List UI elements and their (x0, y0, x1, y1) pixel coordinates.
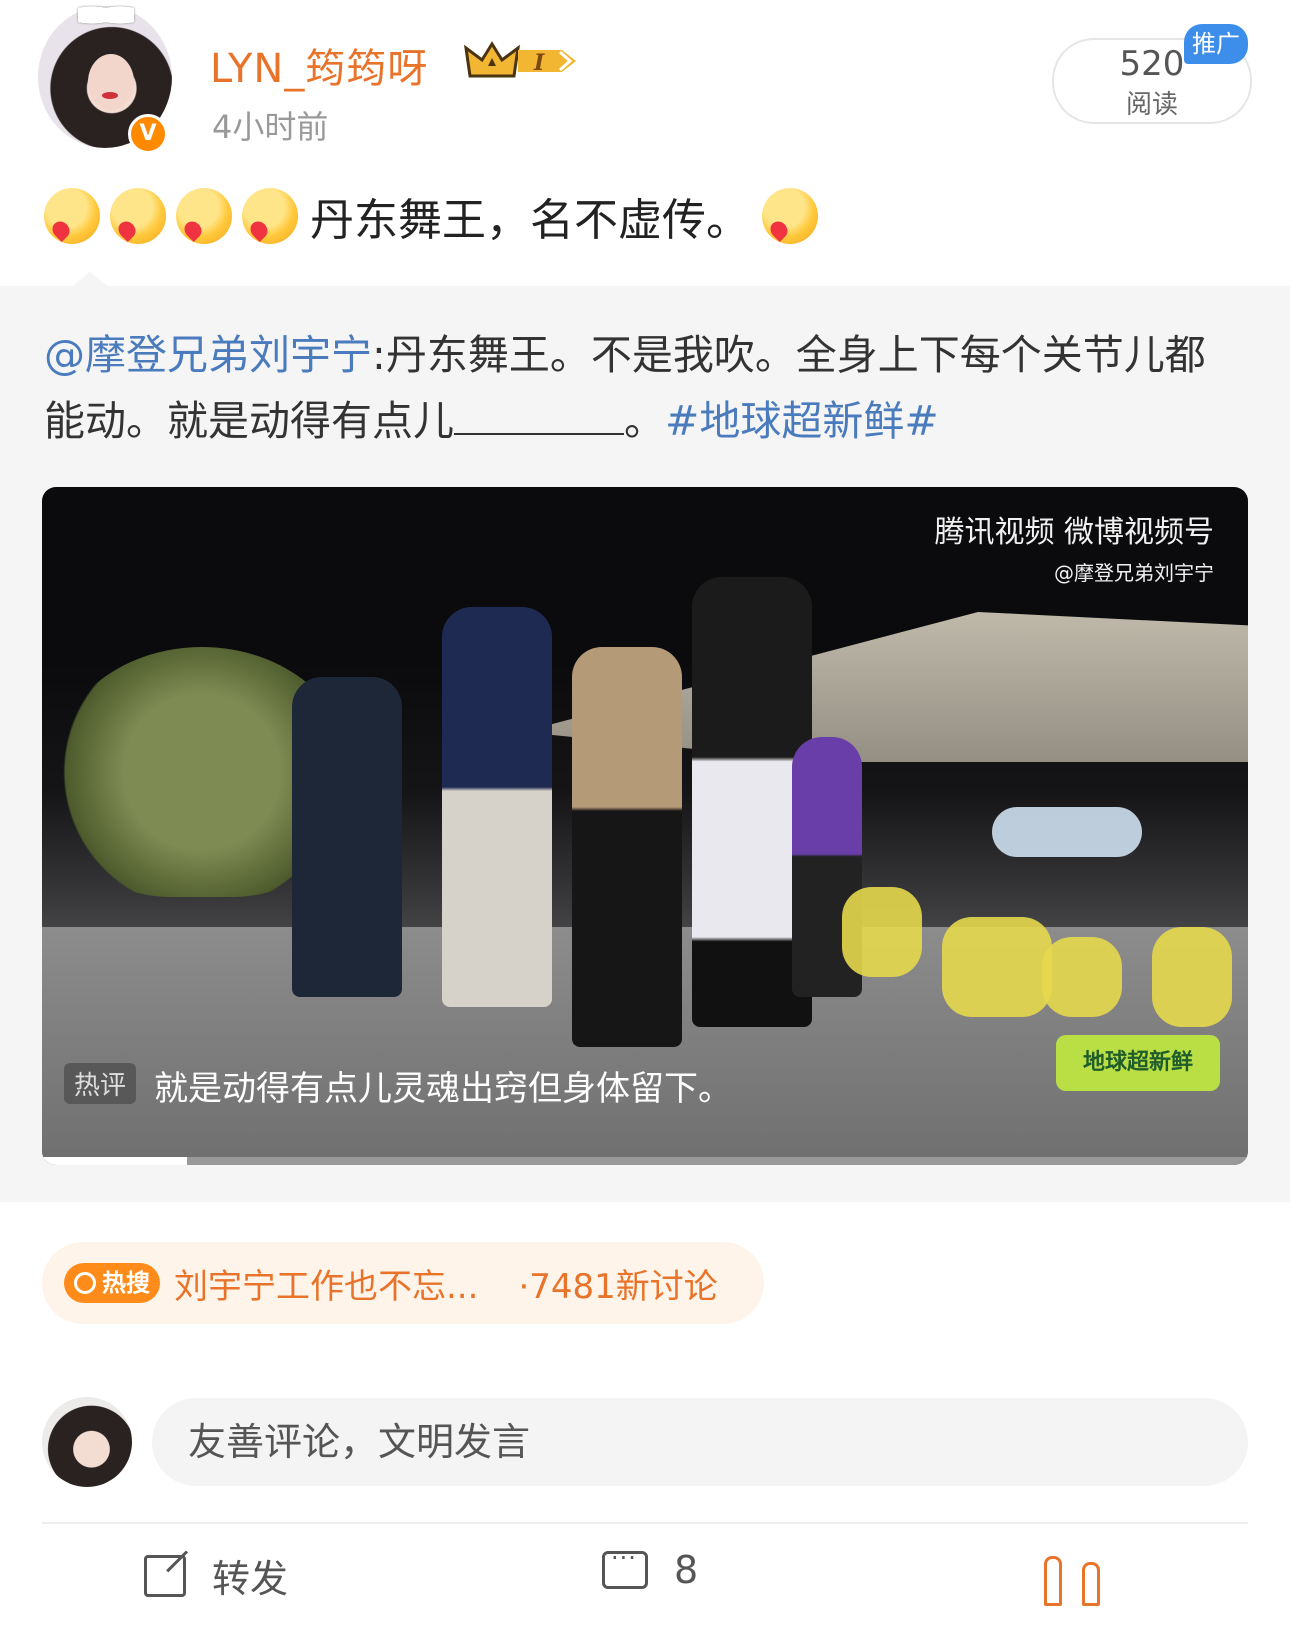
heart-eyes-emoji-icon (176, 188, 232, 244)
retweet-text-part2: 。 (624, 397, 665, 445)
hot-search-tag: 热搜 (64, 1263, 160, 1303)
video-source-logo: 腾讯视频 微博视频号 @摩登兄弟刘宇宁 (934, 507, 1214, 586)
forward-label: 转发 (212, 1557, 289, 1601)
heart-eyes-emoji-icon (110, 188, 166, 244)
like-icon[interactable] (1038, 1546, 1118, 1606)
user-avatar[interactable] (42, 1397, 132, 1487)
promo-tag[interactable]: 推广 (1184, 24, 1248, 64)
video-progress-fill (42, 1157, 187, 1165)
video-progress-bar[interactable] (42, 1157, 1248, 1165)
retweet-text: @摩登兄弟刘宇宁:丹东舞王。不是我吹。全身上下每个关节儿都能动。就是动得有点儿。… (44, 322, 1244, 454)
hot-search-tag-label: 热搜 (102, 1269, 150, 1297)
video-person (572, 647, 682, 1047)
bow-decoration (78, 2, 134, 28)
video-person (442, 607, 552, 1007)
video-decoration (1152, 927, 1232, 1027)
read-label: 阅读 (1125, 90, 1178, 120)
forward-button[interactable]: 转发 (144, 1548, 288, 1603)
hot-comment-label: 热评 (64, 1063, 137, 1104)
video-person (292, 677, 402, 997)
video-player[interactable]: 腾讯视频 微博视频号 @摩登兄弟刘宇宁 地球超新鲜 热评 就是动得有点儿灵魂出窍… (42, 487, 1248, 1165)
hug-heart-emoji-icon (762, 188, 818, 244)
author-name[interactable]: LYN_筠筠呀 (210, 36, 428, 94)
divider (42, 1522, 1248, 1524)
comment-button[interactable]: 8 (602, 1544, 699, 1592)
hot-search-count: ·7481新讨论 (518, 1266, 718, 1307)
hot-search-pill[interactable]: 热搜 刘宇宁工作也不忘... ·7481新讨论 (42, 1242, 764, 1324)
post-text: 丹东舞王，名不虚传。 (310, 195, 750, 246)
retweet-mention-link[interactable]: @摩登兄弟刘宇宁 (44, 331, 372, 379)
post-content: 丹东舞王，名不虚传。 (44, 186, 828, 246)
post-time: 4小时前 (212, 108, 329, 146)
forward-icon (144, 1554, 186, 1597)
retweet-blank (454, 393, 624, 435)
comment-count: 8 (674, 1548, 699, 1592)
crown-badge-icon[interactable]: I (462, 40, 580, 82)
verified-badge-icon: V (128, 114, 168, 154)
topic-link[interactable]: #地球超新鲜# (665, 397, 939, 445)
avatar-lips (102, 92, 118, 99)
video-source-logo-line2: @摩登兄弟刘宇宁 (1054, 561, 1214, 585)
video-decoration (842, 887, 922, 977)
comment-icon (602, 1544, 648, 1589)
heart-eyes-emoji-icon (242, 188, 298, 244)
comment-input[interactable] (152, 1398, 1248, 1486)
hot-comment-text: 就是动得有点儿灵魂出窍但身体留下。 (154, 1069, 732, 1109)
heart-eyes-emoji-icon (44, 188, 100, 244)
video-decoration (942, 917, 1052, 1017)
video-decoration (1042, 937, 1122, 1017)
video-decoration (992, 807, 1142, 857)
search-icon (74, 1272, 96, 1294)
crown-badge-level: I (533, 50, 545, 76)
avatar-face (88, 54, 134, 110)
show-logo: 地球超新鲜 (1056, 1035, 1220, 1091)
video-source-logo-line1: 腾讯视频 微博视频号 (934, 515, 1214, 550)
hot-search-title: 刘宇宁工作也不忘... (174, 1266, 479, 1307)
